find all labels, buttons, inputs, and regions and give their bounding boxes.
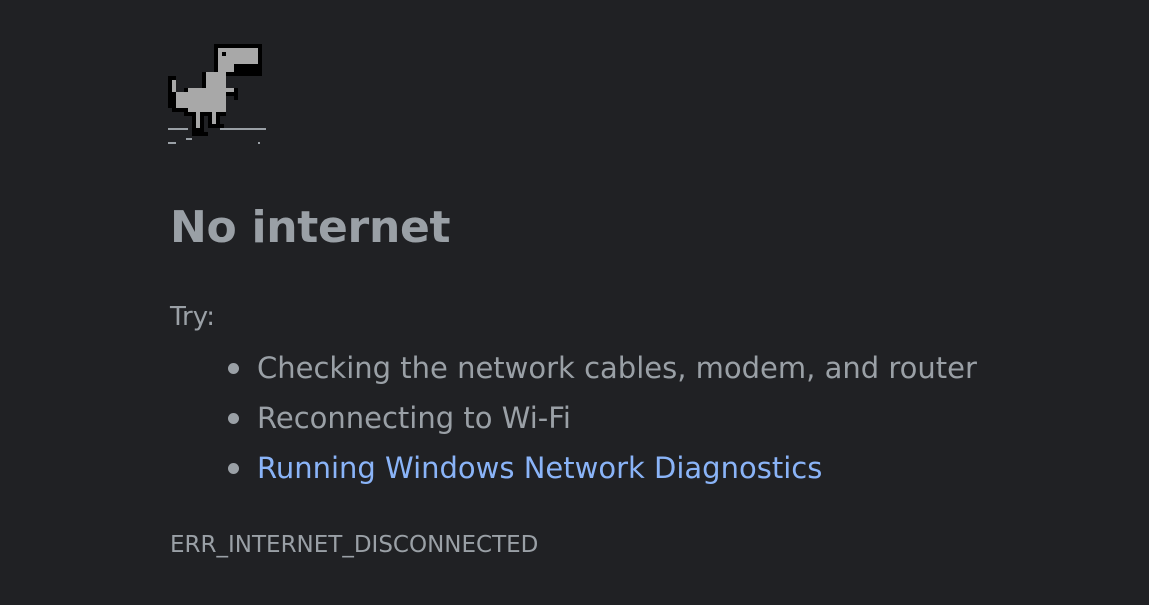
try-label: Try: [170,302,216,332]
network-diagnostics-link[interactable]: Running Windows Network Diagnostics [257,451,822,485]
page-title: No internet [170,202,451,253]
error-code: ERR_INTERNET_DISCONNECTED [170,532,539,558]
suggestion-text: Reconnecting to Wi-Fi [257,401,571,435]
suggestion-network-diagnostics: Running Windows Network Diagnostics [225,446,977,496]
bullet-icon [228,363,239,374]
dino-icon[interactable] [168,44,268,148]
suggestion-network-cables: Checking the network cables, modem, and … [225,346,977,396]
suggestion-reconnect-wifi: Reconnecting to Wi-Fi [225,396,977,446]
bullet-icon [228,413,239,424]
suggestions-list: Checking the network cables, modem, and … [225,346,977,496]
suggestion-text: Checking the network cables, modem, and … [257,351,977,385]
bullet-icon [228,463,239,474]
